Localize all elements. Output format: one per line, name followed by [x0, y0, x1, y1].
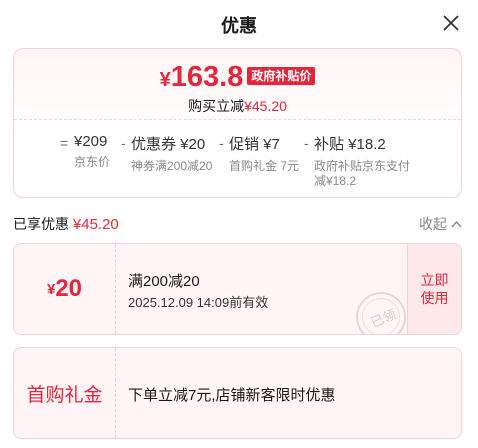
chevron-up-icon: [451, 220, 462, 228]
enjoyed-label: 已享优惠: [13, 216, 69, 232]
use-now-line1: 立即: [420, 272, 449, 288]
gift-card: 首购礼金 下单立减7元,店铺新客限时优惠: [13, 347, 462, 439]
use-now-label: 立即 使用: [420, 271, 450, 307]
subsidy-price-badge: 政府补贴价: [247, 67, 316, 85]
price-summary-card: ¥163.8 政府补贴价 购买立减¥45.20 = ¥209 京东价 - 优惠券 …: [13, 48, 462, 198]
final-price-row: ¥163.8 政府补贴价: [14, 61, 461, 94]
promotion-label: 首购礼金 7元: [229, 159, 300, 173]
gift-title: 下单立减7元,店铺新客限时优惠: [128, 387, 336, 404]
breakdown-promotion: 促销 ¥7 首购礼金 7元: [229, 133, 299, 174]
dialog-title: 优惠: [221, 16, 257, 36]
collapse-button[interactable]: 收起: [419, 214, 462, 234]
purchase-reduction: 购买立减¥45.20: [14, 96, 461, 116]
jd-price-value: ¥209: [74, 133, 108, 150]
coupon-value-area: ¥20: [14, 244, 116, 334]
dashed-divider: [14, 119, 461, 120]
equals-sign: =: [60, 135, 69, 151]
breakdown-coupon: 优惠券 ¥20 神券满200减20: [131, 133, 212, 174]
collapse-label: 收起: [419, 216, 447, 232]
promotion-value: 促销 ¥7: [229, 136, 280, 153]
jd-price-label: 京东价: [74, 155, 111, 169]
use-now-line2: 使用: [420, 290, 449, 306]
breakdown-subsidy: 补贴 ¥18.2 政府补贴京东支付 减¥18.2: [314, 133, 410, 189]
currency-symbol: ¥: [159, 69, 171, 91]
gift-details: 下单立减7元,店铺新客限时优惠: [128, 348, 401, 438]
dialog-header: 优惠: [0, 0, 478, 46]
coupon-value: 优惠券 ¥20: [131, 136, 206, 153]
reduction-amount: ¥45.20: [244, 98, 287, 114]
minus-sign: -: [304, 135, 309, 151]
final-price: 163.8: [170, 61, 244, 93]
claimed-stamp: 已领: [356, 292, 406, 334]
reduction-label: 购买立减: [188, 98, 245, 114]
coupon-card: ¥20 满200减20 2025.12.09 14:09前有效 已领 立即使用: [13, 243, 462, 335]
enjoyed-discount: 已享优惠 ¥45.20: [13, 214, 119, 234]
subsidy-label-line1: 政府补贴京东支付: [314, 159, 411, 173]
use-now-button[interactable]: 立即 使用: [407, 244, 461, 334]
minus-sign: -: [219, 135, 224, 151]
close-icon[interactable]: [442, 14, 460, 32]
coupon-expiry: 2025.12.09 14:09前有效: [128, 295, 269, 310]
gift-label-area: 首购礼金: [14, 348, 116, 438]
coupon-title: 满200减20: [128, 273, 200, 290]
coupon-currency: ¥: [46, 280, 56, 298]
gift-label: 首购礼金: [26, 384, 103, 406]
minus-sign: -: [121, 135, 126, 151]
coupon-label: 神券满200减20: [131, 159, 213, 173]
subsidy-value: 补贴 ¥18.2: [314, 136, 386, 153]
breakdown-jd-price: ¥209 京东价: [74, 133, 110, 170]
coupon-amount: 20: [55, 275, 83, 302]
price-breakdown: = ¥209 京东价 - 优惠券 ¥20 神券满200减20 - 促销 ¥7 首…: [14, 133, 463, 189]
enjoyed-amount: ¥45.20: [72, 216, 119, 233]
subsidy-label-line2: 减¥18.2: [314, 174, 357, 188]
